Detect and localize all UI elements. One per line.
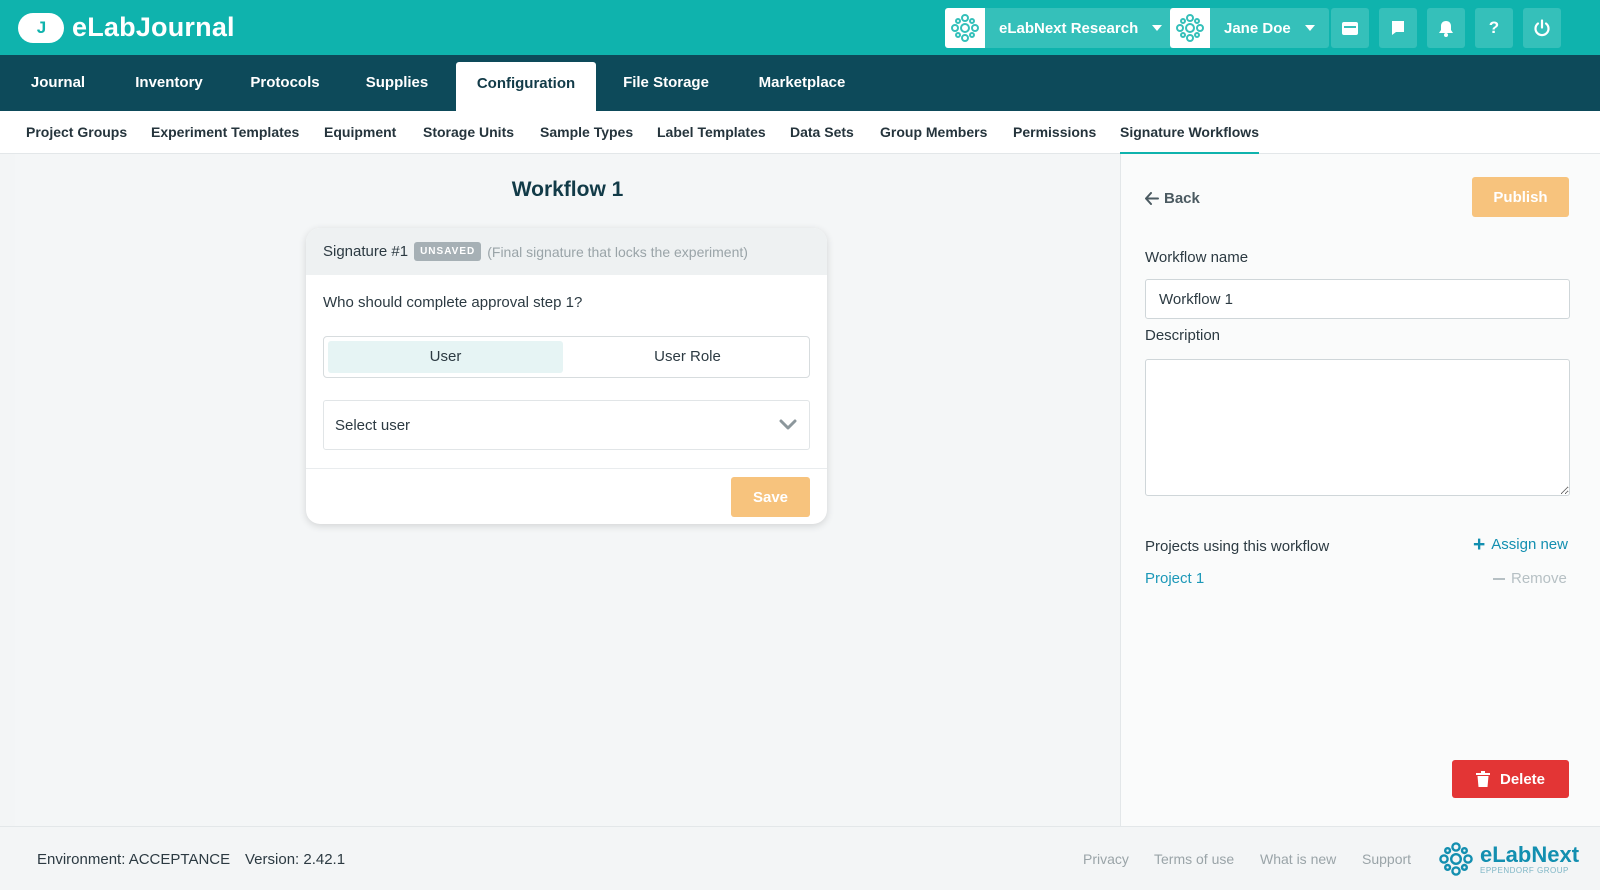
signature-header: Signature #1 UNSAVED (Final signature th… [306,228,827,275]
publish-button[interactable]: Publish [1472,177,1569,217]
brand-subtitle: EPPENDORF GROUP [1480,865,1569,875]
top-bar: J eLabJournal eLabNext Research Jane Doe… [0,0,1600,55]
nav-tab-file-storage[interactable]: File Storage [608,55,724,111]
trash-icon [1475,771,1490,787]
nav-tab-configuration[interactable]: Configuration [456,62,596,111]
select-user-value: Select user [335,417,411,434]
subnav-data-sets[interactable]: Data Sets [790,111,854,154]
save-button[interactable]: Save [731,477,810,517]
subnav-label-templates[interactable]: Label Templates [657,111,766,154]
nav-tab-protocols[interactable]: Protocols [236,55,334,111]
footer-link-support[interactable]: Support [1362,851,1411,867]
status-badge: UNSAVED [414,242,482,261]
elabnext-logo[interactable]: eLabNext EPPENDORF GROUP [1438,841,1579,877]
back-button[interactable]: Back [1145,190,1200,207]
approval-question: Who should complete approval step 1? [323,294,583,311]
subnav-equipment[interactable]: Equipment [324,111,396,154]
user-name: Jane Doe [1224,19,1291,37]
chevron-down-icon [779,418,797,436]
footer-link-terms[interactable]: Terms of use [1154,851,1234,867]
workflow-canvas: Workflow 1 Signature #1 UNSAVED (Final s… [15,154,1120,826]
subnav-group-members[interactable]: Group Members [880,111,987,154]
remove-project-button[interactable]: Remove [1493,570,1567,587]
environment-text: Environment: ACCEPTANCE [37,851,231,868]
subnav-project-groups[interactable]: Project Groups [26,111,127,154]
projects-label: Projects using this workflow [1145,538,1330,555]
back-label: Back [1164,190,1200,207]
version-text: Version: 2.42.1 [245,851,346,868]
caret-down-icon [1152,25,1163,31]
workflow-name-label: Workflow name [1145,249,1249,266]
select-user-dropdown[interactable]: Select user [323,400,810,450]
nav-tab-supplies[interactable]: Supplies [350,55,444,111]
calendar-icon[interactable] [1331,8,1369,48]
bell-icon[interactable] [1427,8,1465,48]
app-logo[interactable]: J eLabJournal [18,12,235,43]
minus-icon [1493,577,1505,580]
subnav-permissions[interactable]: Permissions [1013,111,1096,154]
footer: Environment: ACCEPTANCE Version: 2.42.1 … [0,826,1600,890]
nav-tab-marketplace[interactable]: Marketplace [740,55,864,111]
subnav-sample-types[interactable]: Sample Types [540,111,633,154]
workflow-details-panel: Back Publish Workflow name Description P… [1120,154,1600,826]
app-title: eLabJournal [72,12,235,42]
organization-switcher[interactable]: eLabNext Research [945,8,1177,48]
arrow-left-icon [1145,192,1159,205]
subnav-signature-workflows[interactable]: Signature Workflows [1120,111,1259,154]
footer-link-privacy[interactable]: Privacy [1083,851,1129,867]
delete-label: Delete [1499,770,1546,788]
workflow-name-input[interactable] [1145,279,1570,319]
option-user[interactable]: User [328,341,563,373]
subnav-storage-units[interactable]: Storage Units [423,111,514,154]
signature-title: Signature #1 [323,243,409,260]
chat-icon[interactable] [1379,8,1417,48]
subnav-experiment-templates[interactable]: Experiment Templates [151,111,299,154]
approver-type-toggle: User User Role [323,336,810,378]
signature-note: (Final signature that locks the experime… [487,243,748,260]
description-textarea[interactable] [1145,359,1570,496]
organization-name: eLabNext Research [999,19,1139,37]
sub-navigation: Project Groups Experiment Templates Equi… [0,111,1600,154]
brand-name: eLabNext [1480,841,1580,867]
option-user-role[interactable]: User Role [569,341,806,373]
assign-new-label: Assign new [1491,536,1568,553]
project-link[interactable]: Project 1 [1145,570,1204,587]
delete-button[interactable]: Delete [1452,760,1569,798]
signature-footer: Save [306,468,827,524]
assign-new-button[interactable]: + Assign new [1473,533,1568,556]
nav-tab-journal[interactable]: Journal [18,55,98,111]
workflow-title: Workflow 1 [511,178,624,201]
plus-icon: + [1473,533,1486,556]
caret-down-icon [1304,25,1315,31]
molecule-icon [945,8,985,48]
logo-icon: J [18,12,64,43]
user-avatar-icon [1170,8,1210,48]
description-label: Description [1145,327,1221,344]
nav-tab-inventory[interactable]: Inventory [118,55,220,111]
power-icon[interactable] [1523,8,1561,48]
help-icon[interactable]: ? [1475,8,1513,48]
footer-link-what-is-new[interactable]: What is new [1260,851,1336,867]
user-menu[interactable]: Jane Doe [1170,8,1329,48]
signature-card: Signature #1 UNSAVED (Final signature th… [306,228,827,524]
molecule-icon [1439,842,1473,876]
main-navigation: Journal Inventory Protocols Supplies Con… [0,55,1600,111]
remove-label: Remove [1511,570,1567,587]
